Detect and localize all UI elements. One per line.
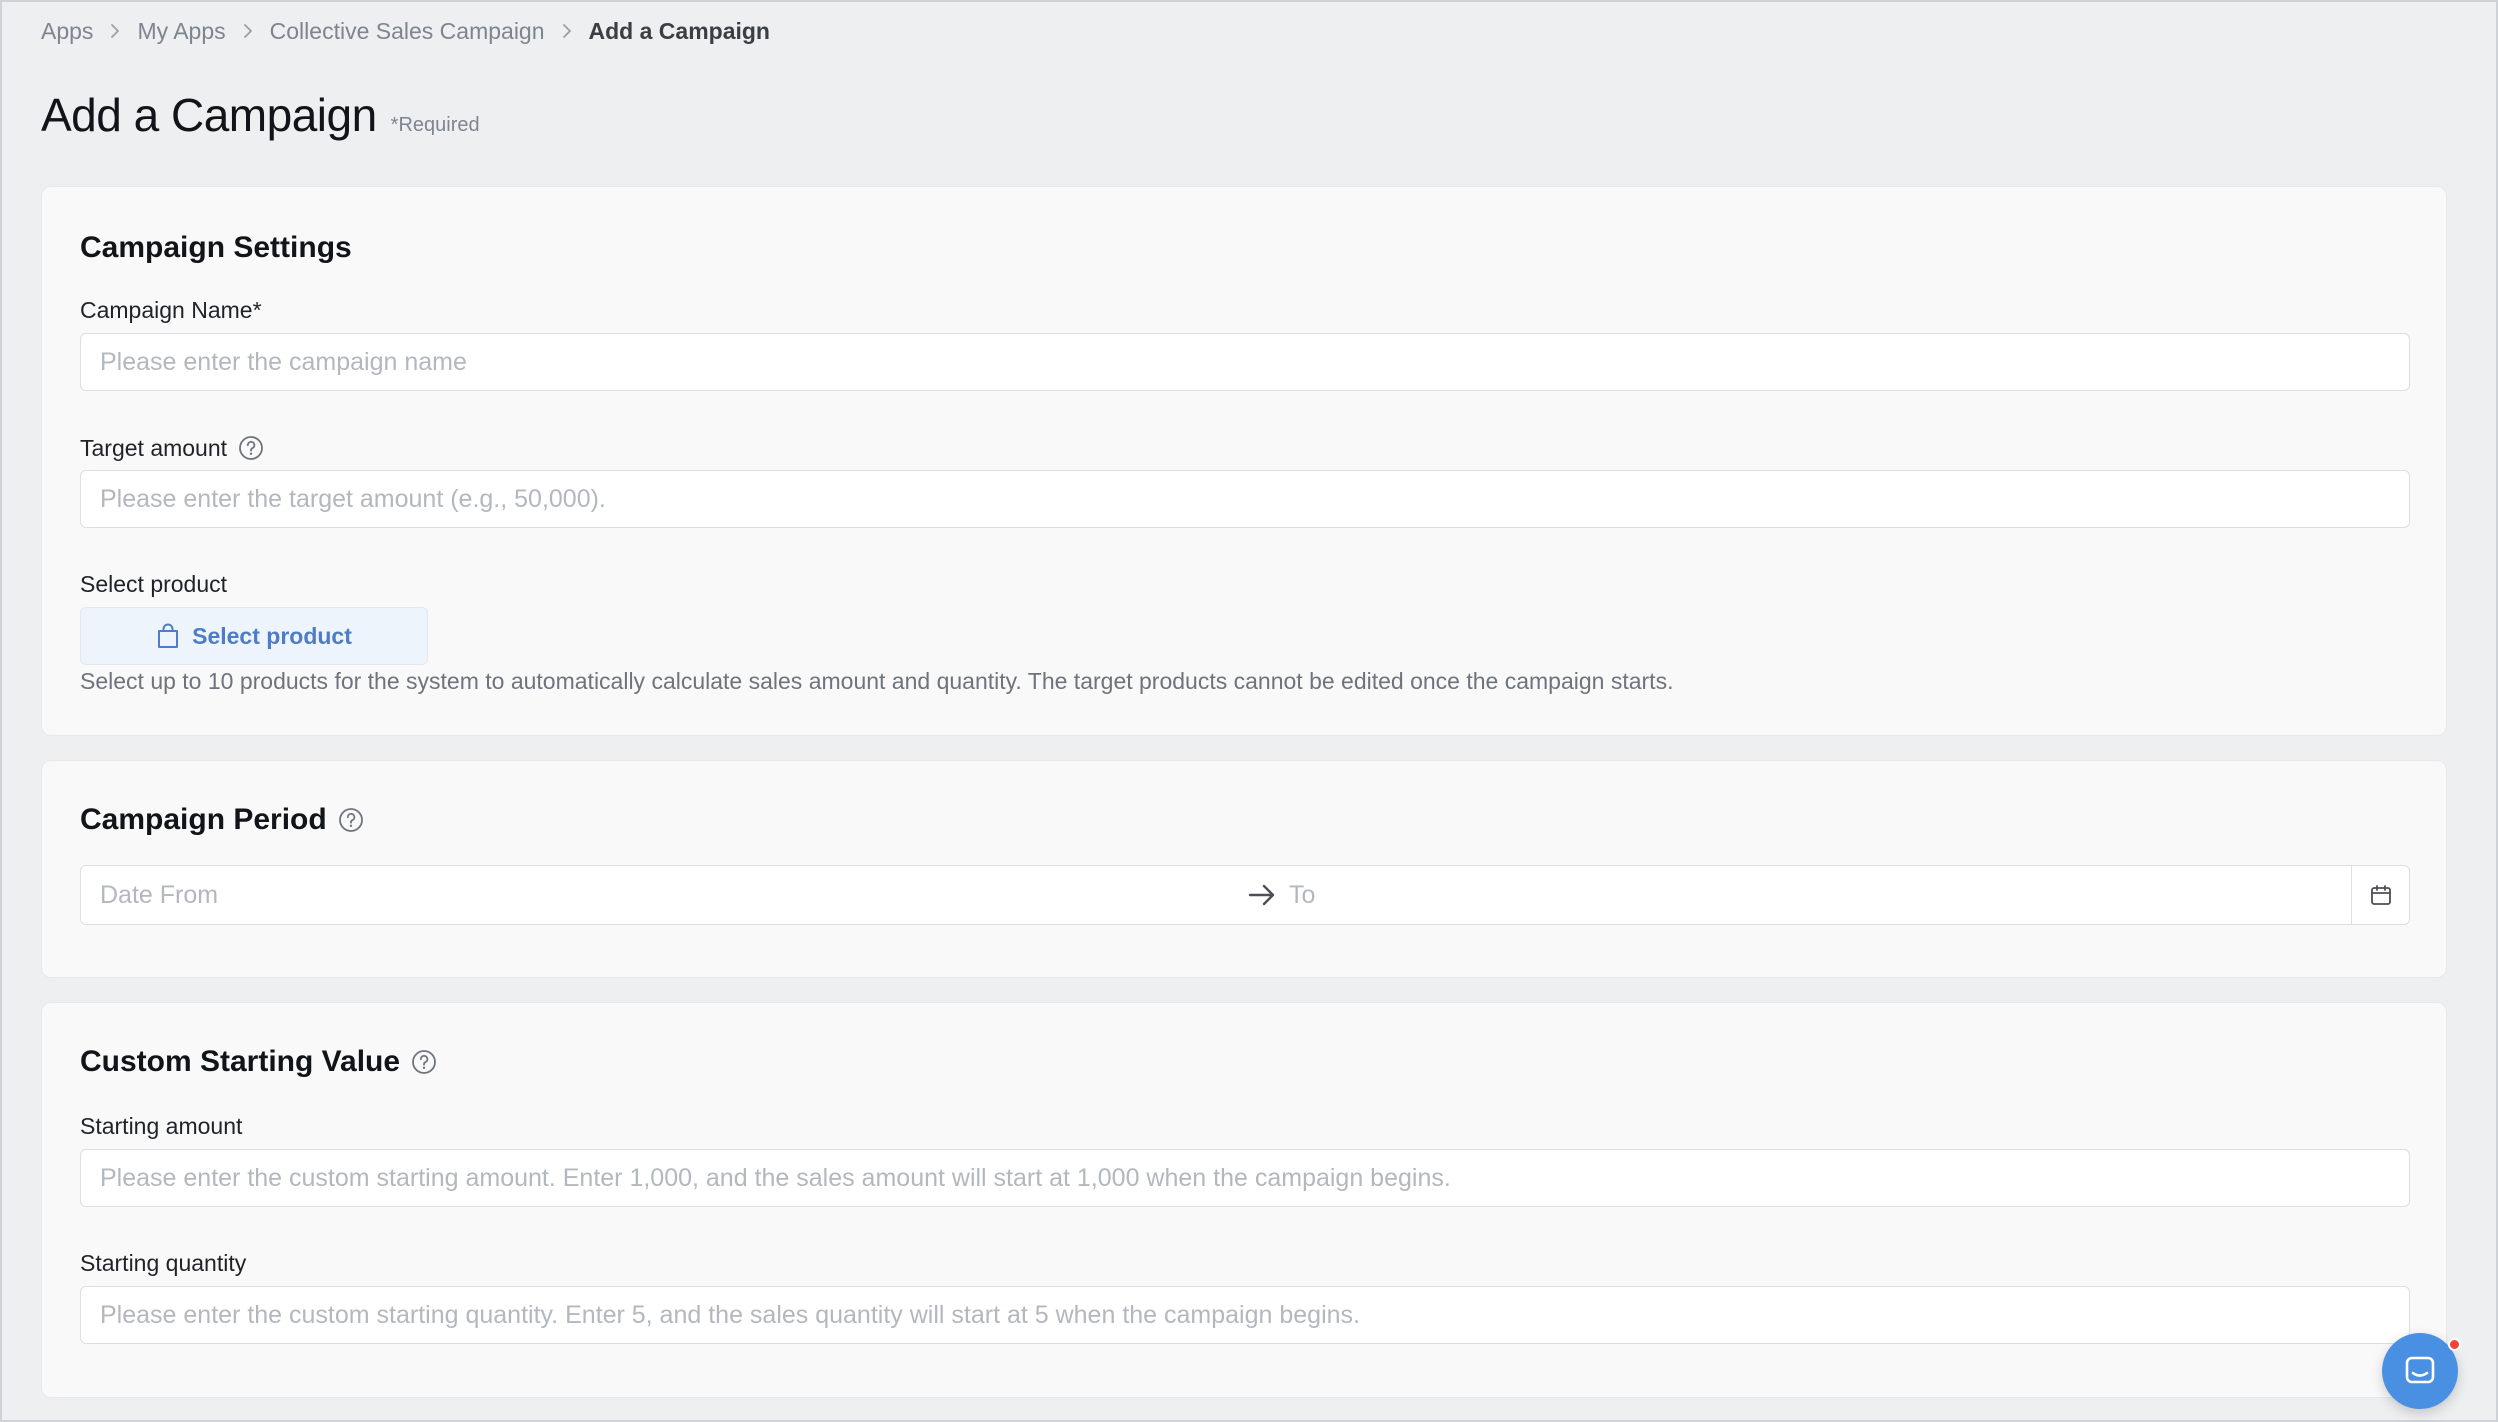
calendar-icon	[2369, 883, 2393, 907]
page-title: Add a Campaign	[41, 89, 377, 141]
required-note: *Required	[390, 114, 480, 136]
breadcrumb-my-apps[interactable]: My Apps	[137, 18, 225, 45]
breadcrumb-apps[interactable]: Apps	[41, 18, 93, 45]
custom-starting-value-card: Custom Starting Value Starting amount St…	[41, 1002, 2447, 1398]
starting-amount-input[interactable]	[80, 1149, 2410, 1207]
starting-amount-label: Starting amount	[80, 1113, 243, 1139]
select-product-helper: Select up to 10 products for the system …	[80, 668, 1674, 694]
target-amount-label-row: Target amount	[80, 434, 265, 462]
select-product-button[interactable]: Select product	[80, 607, 428, 665]
help-circle-icon[interactable]	[337, 806, 365, 834]
starting-quantity-input[interactable]	[80, 1286, 2410, 1344]
chevron-right-icon	[109, 23, 121, 39]
campaign-name-input[interactable]	[80, 333, 2410, 391]
date-from-input[interactable]: Date From	[100, 881, 218, 910]
breadcrumb: Apps My Apps Collective Sales Campaign A…	[41, 16, 770, 46]
campaign-period-title-row: Campaign Period	[80, 803, 365, 837]
campaign-period-card: Campaign Period Date From To	[41, 760, 2447, 978]
help-circle-icon[interactable]	[410, 1048, 438, 1076]
campaign-settings-title: Campaign Settings	[80, 231, 352, 264]
date-to-input[interactable]: To	[1289, 881, 1315, 910]
campaign-period-title: Campaign Period	[80, 803, 327, 836]
starting-quantity-label: Starting quantity	[80, 1250, 247, 1276]
chevron-right-icon	[242, 23, 254, 39]
notification-dot	[2448, 1338, 2461, 1351]
shopping-bag-icon	[156, 622, 180, 650]
target-amount-label: Target amount	[80, 434, 228, 461]
calendar-button[interactable]	[2351, 866, 2409, 924]
custom-starting-title: Custom Starting Value	[80, 1045, 401, 1078]
page-header: Add a Campaign *Required	[41, 88, 480, 142]
select-product-button-label: Select product	[192, 622, 352, 649]
breadcrumb-current: Add a Campaign	[588, 17, 770, 44]
help-circle-icon[interactable]	[237, 434, 265, 462]
target-amount-input[interactable]	[80, 470, 2410, 528]
campaign-settings-card: Campaign Settings Campaign Name* Target …	[41, 186, 2447, 736]
select-product-label: Select product	[80, 571, 228, 597]
breadcrumb-collective-sales-campaign[interactable]: Collective Sales Campaign	[270, 18, 545, 45]
arrow-right-icon	[1247, 882, 1277, 908]
custom-starting-title-row: Custom Starting Value	[80, 1045, 438, 1079]
campaign-name-label: Campaign Name*	[80, 297, 262, 323]
chat-button[interactable]	[2382, 1333, 2458, 1409]
chat-icon	[2402, 1353, 2438, 1389]
date-range-picker[interactable]: Date From To	[80, 865, 2410, 925]
chevron-right-icon	[561, 23, 573, 39]
